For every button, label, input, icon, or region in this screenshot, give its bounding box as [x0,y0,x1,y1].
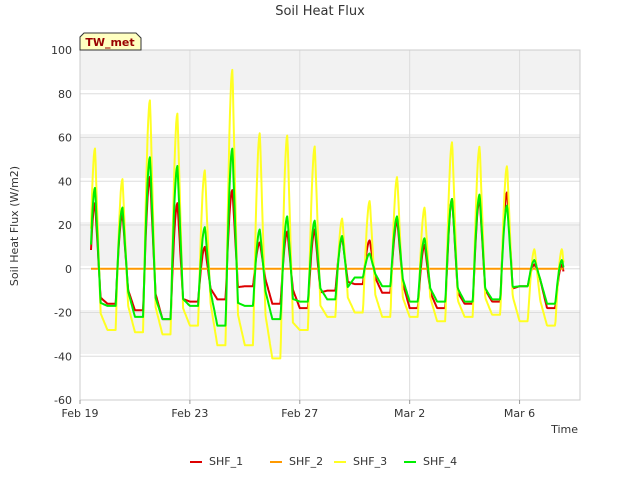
y-tick-label: 20 [58,219,72,232]
y-tick-label: 60 [58,132,72,145]
y-tick-label: -60 [54,394,72,407]
y-axis-label: Soil Heat Flux (W/m2) [8,166,21,286]
station-badge: TW_met [79,32,142,51]
x-tick-label: Mar 2 [394,407,425,420]
soil-heat-flux-chart: -60 -40 -20 0 20 40 60 80 100 Feb 19 Feb 23 Feb 27… [8,4,581,468]
chart-title: Soil Heat Flux [275,4,365,19]
legend-label: SHF_4 [423,455,457,468]
x-tick-label: Feb 23 [171,407,208,420]
y-axis: -60 -40 -20 0 20 40 60 80 100 [51,44,72,407]
y-tick-label: 80 [58,88,72,101]
y-tick-label: -40 [54,350,72,363]
x-tick-label: Feb 27 [281,407,318,420]
x-axis: Feb 19 Feb 23 Feb 27 Mar 2 Mar 6 [62,400,535,420]
y-tick-label: 40 [58,175,72,188]
station-badge-label: TW_met [85,36,134,49]
x-tick-label: Mar 6 [504,407,535,420]
legend-label: SHF_1 [209,455,243,468]
x-tick-label: Feb 19 [62,407,99,420]
legend-label: SHF_2 [289,455,323,468]
y-tick-label: -20 [54,307,72,320]
plot-band-top [80,50,580,90]
plot-band-upper [80,134,580,178]
legend: SHF_1 SHF_2 SHF_3 SHF_4 [190,455,457,468]
x-axis-label: Time [550,423,578,436]
y-tick-label: 100 [51,44,72,57]
series-lines [90,68,565,360]
y-tick-label: 0 [65,263,72,276]
legend-label: SHF_3 [353,455,387,468]
